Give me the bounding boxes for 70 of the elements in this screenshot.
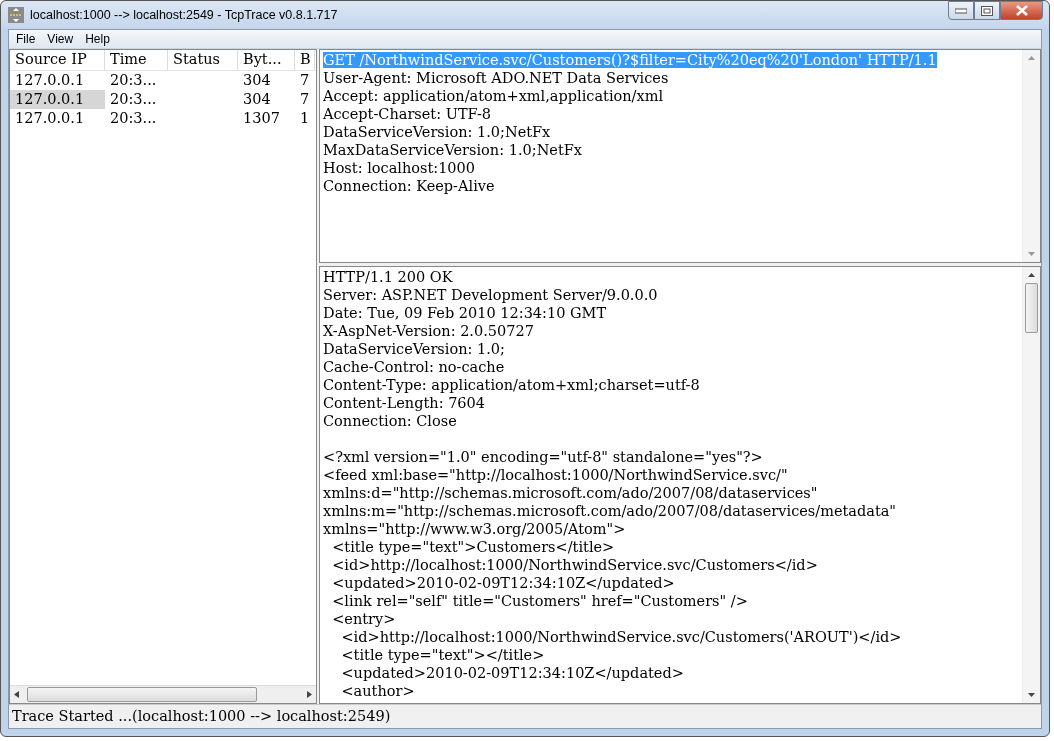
- request-line: Accept: application/atom+xml,application/xml: [323, 88, 664, 104]
- response-line: <link rel="self" title="Customers" href="Customers" />: [331, 593, 748, 609]
- table-cell[interactable]: 7: [295, 90, 315, 109]
- response-line: xmlns:d="http://schemas.microsoft.com/ado/2007/08/dataservices": [323, 485, 818, 501]
- response-line: DataServiceVersion: 1.0;: [323, 341, 505, 357]
- response-line: xmlns:m="http://schemas.microsoft.com/ado/2007/08/dataservices/metadata": [323, 503, 897, 519]
- table-cell[interactable]: 127.0.0.1: [10, 90, 105, 109]
- response-line: <title type="text">Customers</title>: [331, 539, 615, 555]
- response-line: <updated>2010-02-09T12:34:10Z</updated>: [340, 665, 684, 681]
- column-header[interactable]: Byt...: [238, 50, 295, 70]
- window-title: localhost:1000 --> localhost:2549 - TcpTrace v0.8.1.717: [30, 8, 339, 22]
- response-line: HTTP/1.1 200 OK: [323, 269, 453, 285]
- response-line: <feed xml:base="http://localhost:1000/NorthwindService.svc/": [323, 467, 788, 483]
- vertical-scrollbar[interactable]: [1022, 267, 1040, 703]
- minimize-icon: [955, 7, 967, 14]
- horizontal-scrollbar[interactable]: [10, 685, 316, 703]
- request-line: User-Agent: Microsoft ADO.NET Data Services: [323, 70, 669, 86]
- status-bar: Trace Started ...(localhost:1000 --> localhost:2549): [9, 704, 1041, 728]
- response-line: <entry>: [331, 611, 396, 627]
- menu-item[interactable]: Help: [80, 30, 115, 48]
- request-line: Connection: Keep-Alive: [323, 178, 495, 194]
- table-cell[interactable]: 127.0.0.1: [10, 71, 105, 90]
- vertical-scrollbar[interactable]: [1022, 50, 1040, 262]
- scroll-up-icon: [1028, 273, 1035, 277]
- scroll-up-icon: [1028, 56, 1035, 60]
- response-line: <updated>2010-02-09T12:34:10Z</updated>: [331, 575, 675, 591]
- column-header[interactable]: Source IP: [10, 50, 105, 70]
- response-line: Content-Length: 7604: [323, 395, 486, 411]
- table-cell[interactable]: 20:3...: [105, 109, 168, 128]
- app-icon: [8, 7, 24, 23]
- response-line: Date: Tue, 09 Feb 2010 12:34:10 GMT: [323, 305, 607, 321]
- scroll-down-icon: [1028, 693, 1035, 697]
- request-line: Host: localhost:1000: [323, 160, 476, 176]
- table-cell[interactable]: 1: [295, 109, 315, 128]
- column-header[interactable]: Status: [168, 50, 238, 70]
- table-cell[interactable]: 304: [238, 90, 295, 109]
- close-button[interactable]: [1000, 1, 1043, 20]
- table-cell[interactable]: 127.0.0.1: [10, 109, 105, 128]
- scrollbar-thumb[interactable]: [27, 687, 257, 702]
- minimize-button[interactable]: [948, 1, 974, 20]
- table-cell[interactable]: 20:3...: [105, 71, 168, 90]
- response-line: <id>http://localhost:1000/NorthwindService.svc/Customers</id>: [331, 557, 818, 573]
- request-line: Accept-Charset: UTF-8: [323, 106, 492, 122]
- table-cell[interactable]: 7: [295, 71, 315, 90]
- scrollbar-thumb[interactable]: [1025, 283, 1038, 333]
- scroll-left-icon: [14, 691, 19, 698]
- close-icon: [1014, 5, 1029, 16]
- response-line: <?xml version="1.0" encoding="utf-8" standalone="yes"?>: [323, 449, 763, 465]
- response-line: xmlns="http://www.w3.org/2005/Atom">: [323, 521, 626, 537]
- response-line: <author>: [340, 683, 415, 699]
- menu-item[interactable]: View: [42, 30, 79, 48]
- maximize-icon: [981, 5, 993, 16]
- request-line: MaxDataServiceVersion: 1.0;NetFx: [323, 142, 582, 158]
- response-line: <id>http://localhost:1000/NorthwindService.svc/Customers('AROUT')</id>: [340, 629, 902, 645]
- table-cell[interactable]: 304: [238, 71, 295, 90]
- table-cell[interactable]: 20:3...: [105, 90, 168, 109]
- menu-item[interactable]: File: [11, 30, 41, 48]
- response-line: X-AspNet-Version: 2.0.50727: [323, 323, 534, 339]
- response-line: Connection: Close: [323, 413, 457, 429]
- response-line: <title type="text"></title>: [340, 647, 545, 663]
- maximize-button[interactable]: [974, 1, 1000, 20]
- request-line: DataServiceVersion: 1.0;NetFx: [323, 124, 551, 140]
- response-line: Cache-Control: no-cache: [323, 359, 505, 375]
- table-cell[interactable]: 1307: [238, 109, 295, 128]
- response-line: Content-Type: application/atom+xml;charset=utf-8: [323, 377, 700, 393]
- response-line: Server: ASP.NET Development Server/9.0.0.0: [323, 287, 658, 303]
- column-header[interactable]: B: [295, 50, 315, 70]
- column-header[interactable]: Time: [105, 50, 168, 70]
- scroll-down-icon: [1028, 252, 1035, 256]
- scroll-right-icon: [307, 691, 312, 698]
